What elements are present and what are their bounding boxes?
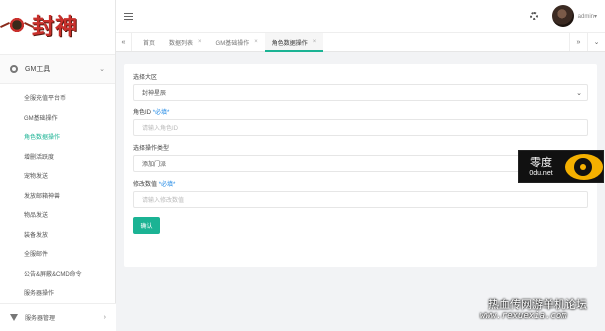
menu-toggle-icon[interactable] xyxy=(124,12,133,20)
sidebar-item[interactable]: 发放邮箱神兽 xyxy=(0,188,115,208)
settings-icon[interactable] xyxy=(529,12,538,20)
sidebar-item[interactable]: 装备发放 xyxy=(0,227,115,247)
region-label: 选择大区 xyxy=(133,75,158,81)
watermark-big: 零度 xyxy=(530,155,552,169)
submit-button[interactable]: 确认 xyxy=(133,217,160,234)
tab-role-data[interactable]: 角色数据操作 × xyxy=(264,33,324,52)
role-id-input[interactable]: 请输入角色ID xyxy=(133,119,588,136)
close-icon[interactable]: × xyxy=(198,39,202,45)
chevron-down-icon: ⌄ xyxy=(99,66,105,73)
sidebar-item[interactable]: GM基础操作 xyxy=(0,110,115,130)
gear-icon xyxy=(10,65,18,73)
sidebar-item[interactable]: 全服邮件 xyxy=(0,246,115,266)
eye-logo-icon xyxy=(565,153,603,180)
region-value: 封神星辰 xyxy=(142,91,167,97)
watermark-badge: 零度 0du.net xyxy=(518,150,604,183)
sidebar-group-label: 服务器管理 xyxy=(25,316,56,322)
amount-placeholder: 请输入修改数值 xyxy=(142,198,185,204)
watermark-forum-name: 热血传网游单机论坛 xyxy=(488,298,587,311)
tab-bar: « 首页 数据列表 × GM基础操作 × 角色数据操作 × » ⌄ xyxy=(116,32,605,52)
tabs-menu-icon[interactable]: ⌄ xyxy=(587,33,605,51)
logo[interactable]: 封神 xyxy=(0,0,115,50)
watermark-forum-url: www.rexuexia.com xyxy=(480,311,567,321)
required-hint: *必填* xyxy=(158,182,176,188)
logo-text: 封神 xyxy=(32,14,79,40)
tab-gm-basic[interactable]: GM基础操作 × xyxy=(209,33,265,51)
username-dropdown[interactable]: admin▾ xyxy=(578,13,597,20)
top-header: admin▾ xyxy=(116,0,605,32)
logo-spider-icon xyxy=(6,14,28,36)
tab-label: 角色数据操作 xyxy=(271,40,308,47)
funnel-icon xyxy=(10,314,18,321)
sidebar-group-gm-tools[interactable]: GM工具 ⌄ xyxy=(0,54,115,84)
tab-label: GM基础操作 xyxy=(215,40,250,47)
watermark-text: 零度 0du.net xyxy=(519,156,563,178)
sidebar-item[interactable]: 公告&屏蔽&CMD命令 xyxy=(0,266,115,286)
tabs-scroll-left-icon[interactable]: « xyxy=(116,33,132,51)
amount-label-text: 修改数值 xyxy=(133,182,158,188)
sidebar-submenu: 全服充值平台币 GM基础操作 角色数据操作 增删活跃度 宠物发送 发放邮箱神兽 … xyxy=(0,84,115,305)
role-id-placeholder: 请输入角色ID xyxy=(142,126,179,132)
avatar[interactable] xyxy=(551,5,574,27)
sidebar-item[interactable]: 增删活跃度 xyxy=(0,149,115,169)
chevron-down-icon: ⌄ xyxy=(576,90,582,97)
sidebar-item[interactable]: 物品发送 xyxy=(0,207,115,227)
role-id-label: 角色ID *必填* xyxy=(133,107,588,119)
tab-home[interactable]: 首页 xyxy=(136,33,162,51)
role-id-label-text: 角色ID xyxy=(133,110,152,116)
region-select[interactable]: 封神星辰 ⌄ xyxy=(133,84,588,101)
sidebar-group-server-management[interactable]: 服务器管理 › xyxy=(0,303,116,331)
tab-label: 首页 xyxy=(143,40,156,47)
amount-input[interactable]: 请输入修改数值 xyxy=(133,191,588,208)
watermark-small: 0du.net xyxy=(529,169,553,177)
close-icon[interactable]: × xyxy=(313,39,317,45)
sidebar: 封神 GM工具 ⌄ 全服充值平台币 GM基础操作 角色数据操作 增删活跃度 宠物… xyxy=(0,0,116,331)
sidebar-group-label: GM工具 xyxy=(25,66,51,73)
sidebar-item[interactable]: 全服充值平台币 xyxy=(0,90,115,110)
tabs: 首页 数据列表 × GM基础操作 × 角色数据操作 × xyxy=(132,33,569,52)
close-icon[interactable]: × xyxy=(254,39,258,45)
header-right: admin▾ xyxy=(529,0,597,32)
required-hint: *必填* xyxy=(152,110,170,116)
operation-type-value: 添加门派 xyxy=(142,162,167,168)
sidebar-item-active[interactable]: 角色数据操作 xyxy=(0,129,115,149)
sidebar-item[interactable]: 宠物发送 xyxy=(0,168,115,188)
chevron-right-icon: › xyxy=(103,314,106,321)
tab-label: 数据列表 xyxy=(169,40,194,47)
sidebar-item[interactable]: 服务器操作 xyxy=(0,285,115,305)
tabs-scroll-right-icon[interactable]: » xyxy=(569,33,587,51)
tab-data-list[interactable]: 数据列表 × xyxy=(162,33,209,51)
